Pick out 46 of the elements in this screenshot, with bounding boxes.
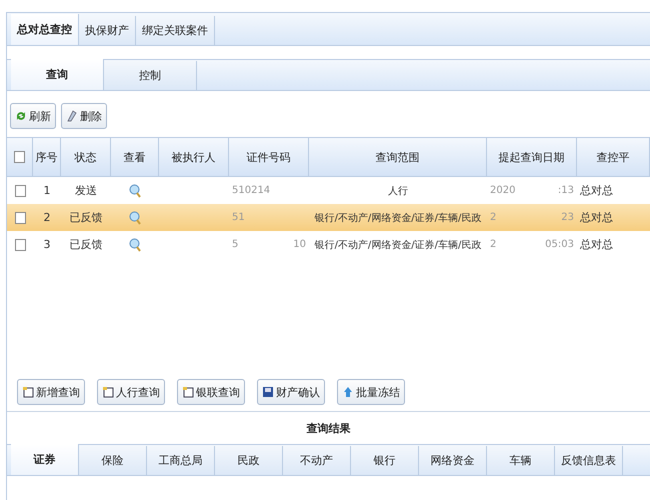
tab[interactable]: 证券 (11, 444, 79, 475)
text: 2020 (490, 185, 516, 196)
document-icon (102, 386, 114, 398)
toolbar-button[interactable]: 刷新 (10, 103, 56, 129)
search-icon[interactable] (129, 184, 141, 198)
table-cell: 2 (33, 204, 61, 231)
tab[interactable]: 总对总查控 (11, 14, 79, 45)
action-button[interactable]: 批量冻结 (337, 379, 405, 405)
text: 2 (490, 212, 496, 223)
column-header: 序号 (33, 137, 61, 177)
refresh-icon (15, 110, 27, 122)
column-header: 状态 (61, 137, 111, 177)
text: 5 (232, 239, 238, 250)
tab[interactable]: 查询 (11, 59, 104, 90)
column-header: 查控平 (577, 137, 650, 177)
search-icon[interactable] (129, 238, 141, 252)
text: 10 (293, 239, 306, 250)
text: :13 (558, 185, 574, 196)
up-arrow-icon (342, 386, 354, 398)
column-header: 提起查询日期 (487, 137, 577, 177)
table-cell: 已反馈 (61, 204, 111, 231)
action-button[interactable]: 银联查询 (177, 379, 245, 405)
action-button[interactable]: 人行查询 (97, 379, 165, 405)
search-icon[interactable] (129, 210, 141, 224)
select-all-checkbox[interactable] (14, 151, 25, 163)
row-checkbox[interactable] (14, 184, 26, 196)
document-icon (182, 386, 194, 398)
column-header: 被执行人 (159, 137, 229, 177)
text: 2 (490, 239, 496, 250)
document-icon (22, 386, 34, 398)
row-checkbox[interactable] (14, 238, 26, 250)
row-checkbox[interactable] (14, 212, 26, 224)
action-button[interactable]: 新增查询 (17, 379, 85, 405)
table-cell: 银行/不动产/网络资金/证券/车辆/民政 (309, 204, 487, 231)
column-header: 查询范围 (309, 137, 487, 177)
action-button[interactable]: 财产确认 (257, 379, 325, 405)
table-cell: 总对总 (577, 204, 650, 231)
text: 51 (232, 212, 245, 223)
column-header: 证件号码 (229, 137, 309, 177)
column-header: 查看 (111, 137, 159, 177)
eraser-icon (66, 110, 78, 122)
text: 23 (561, 212, 574, 223)
text: 05:03 (545, 239, 574, 250)
floppy-icon (262, 386, 274, 398)
toolbar-button[interactable]: 删除 (61, 103, 107, 129)
text: 510214 (232, 185, 270, 196)
